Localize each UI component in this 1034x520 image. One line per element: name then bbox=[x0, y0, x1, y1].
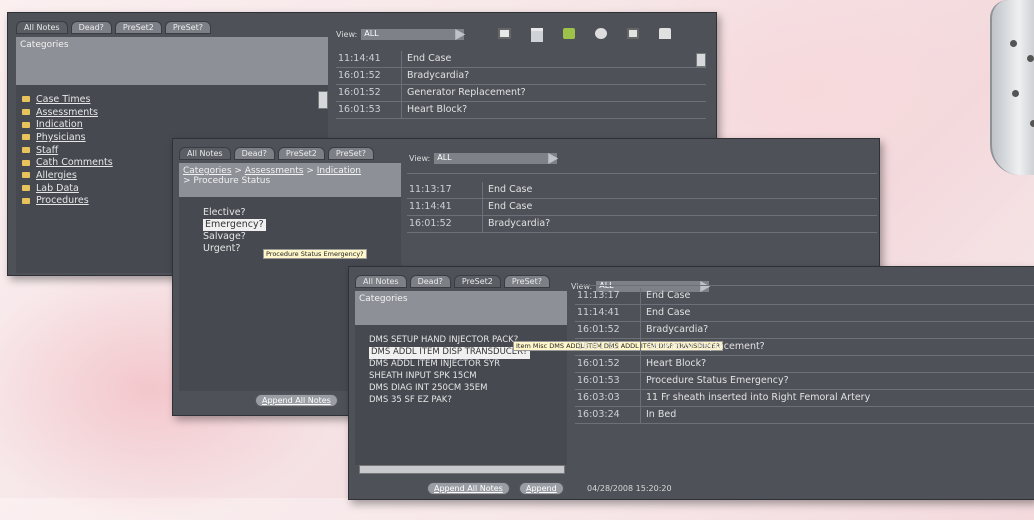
list-item[interactable]: DMS DIAG INT 250CM 35EM bbox=[369, 383, 553, 395]
tab-preset-2[interactable]: PreSet2 bbox=[277, 147, 325, 160]
notes-table: 11:13:17 End Case 11:14:41 End Case 16:01:… bbox=[407, 173, 877, 233]
tab-preset-3[interactable]: PreSet? bbox=[503, 275, 550, 288]
view-label: View: bbox=[409, 154, 431, 163]
list-item[interactable]: SHEATH INPUT SPK 15CM bbox=[369, 371, 553, 383]
list-item[interactable]: DMS 35 SF EZ PAK? bbox=[369, 395, 553, 407]
tab-bar: All Notes Dead? PreSet2 PreSet? bbox=[355, 275, 550, 288]
option-item-selected[interactable]: Emergency? bbox=[203, 219, 266, 231]
folder-icon bbox=[22, 159, 30, 166]
notes-table: 11:13:17 End Case 11:14:41 End Case 16:01:… bbox=[575, 285, 1034, 424]
notes-table: 11:14:41 End Case 16:01:52 Bradycardia? 16… bbox=[336, 51, 706, 119]
option-item[interactable]: Elective? bbox=[203, 207, 377, 219]
note-row[interactable]: 16:01:53 Heart Block? bbox=[336, 102, 706, 119]
append-all-notes-button[interactable]: Append All Notes bbox=[255, 394, 338, 407]
device-photo bbox=[990, 0, 1034, 175]
categories-header: Categories bbox=[355, 291, 567, 325]
scrollbar[interactable] bbox=[696, 53, 706, 67]
tab-preset-1[interactable]: Dead? bbox=[70, 21, 112, 34]
note-row[interactable]: 11:14:41 End Case bbox=[336, 51, 706, 68]
category-item[interactable]: Case Times bbox=[22, 93, 322, 106]
tab-preset-2[interactable]: PreSet2 bbox=[453, 275, 501, 288]
crumb-current: Procedure Status bbox=[193, 176, 271, 186]
note-row[interactable]: 16:01:52 Bradycardia? bbox=[575, 322, 1034, 339]
window-icon[interactable] bbox=[627, 28, 639, 39]
note-row[interactable]: 11:14:41 End Case bbox=[575, 305, 1034, 322]
view-select[interactable]: ALL bbox=[434, 153, 559, 164]
breadcrumb: Categories > Assessments > Indication > … bbox=[179, 163, 401, 197]
crumb-link[interactable]: Categories bbox=[183, 166, 232, 176]
export-icon[interactable] bbox=[563, 28, 575, 39]
tooltip: Procedure Status Emergency? bbox=[263, 249, 367, 259]
folder-icon bbox=[22, 121, 30, 128]
tab-preset-1[interactable]: Dead? bbox=[233, 147, 275, 160]
category-item[interactable]: Indication bbox=[22, 118, 322, 131]
print-icon[interactable] bbox=[659, 28, 671, 39]
grid-icon[interactable] bbox=[498, 28, 511, 39]
note-row[interactable]: 16:01:52 Generator Replacement? bbox=[575, 339, 1034, 356]
note-row[interactable]: 16:01:52 Bradycardia? bbox=[336, 68, 706, 85]
timestamp: 04/28/2008 15:20:20 bbox=[587, 484, 672, 493]
tab-all-notes[interactable]: All Notes bbox=[355, 275, 407, 288]
tab-preset-2[interactable]: PreSet2 bbox=[114, 21, 162, 34]
note-row[interactable]: 16:01:52 Generator Replacement? bbox=[336, 85, 706, 102]
note-row[interactable]: 16:01:53 Procedure Status Emergency? bbox=[575, 373, 1034, 390]
horizontal-scrollbar[interactable] bbox=[359, 465, 565, 474]
append-all-notes-button[interactable]: Append All Notes bbox=[427, 482, 510, 495]
view-label: View: bbox=[336, 30, 358, 39]
tab-all-notes[interactable]: All Notes bbox=[16, 21, 68, 34]
tab-preset-1[interactable]: Dead? bbox=[409, 275, 451, 288]
close-icon[interactable] bbox=[595, 28, 607, 39]
tab-preset-3[interactable]: PreSet? bbox=[327, 147, 374, 160]
categories-header: Categories bbox=[16, 37, 328, 85]
folder-icon bbox=[22, 96, 30, 103]
folder-icon bbox=[22, 172, 30, 179]
note-row[interactable]: 16:03:03 11 Fr sheath inserted into Right… bbox=[575, 390, 1034, 407]
folder-icon bbox=[22, 134, 30, 141]
scrollbar[interactable] bbox=[318, 91, 328, 109]
option-item[interactable]: Salvage? bbox=[203, 231, 377, 243]
notes-window-3: All Notes Dead? PreSet2 PreSet? Categori… bbox=[348, 266, 1034, 500]
note-row[interactable]: 11:14:41 End Case bbox=[407, 199, 877, 216]
note-row[interactable]: 16:01:52 Bradycardia? bbox=[407, 216, 877, 233]
note-row[interactable]: 11:13:17 End Case bbox=[575, 288, 1034, 305]
note-row[interactable]: 11:13:17 End Case bbox=[407, 182, 877, 199]
tab-all-notes[interactable]: All Notes bbox=[179, 147, 231, 160]
note-row[interactable]: 16:01:52 Heart Block? bbox=[575, 356, 1034, 373]
monitor-icon[interactable] bbox=[531, 28, 543, 42]
folder-icon bbox=[22, 197, 30, 204]
folder-icon bbox=[22, 109, 30, 116]
toolbar bbox=[498, 28, 671, 42]
append-button[interactable]: Append bbox=[519, 482, 564, 495]
list-item[interactable]: DMS ADDL ITEM INJECTOR SYR bbox=[369, 359, 553, 371]
tab-preset-3[interactable]: PreSet? bbox=[164, 21, 211, 34]
tab-bar: All Notes Dead? PreSet2 PreSet? bbox=[16, 21, 211, 34]
note-row[interactable]: 16:03:24 In Bed bbox=[575, 407, 1034, 424]
folder-icon bbox=[22, 185, 30, 192]
view-filter: View: ALL bbox=[336, 29, 466, 40]
category-item[interactable]: Assessments bbox=[22, 106, 322, 119]
view-select[interactable]: ALL bbox=[361, 29, 466, 40]
crumb-link[interactable]: Assessments bbox=[245, 166, 304, 176]
list-item-selected[interactable]: DMS ADDL ITEM DISP TRANSDUCER? bbox=[369, 347, 530, 359]
folder-icon bbox=[22, 147, 30, 154]
crumb-link[interactable]: Indication bbox=[317, 166, 361, 176]
tab-bar: All Notes Dead? PreSet2 PreSet? bbox=[179, 147, 374, 160]
view-filter: View: ALL bbox=[409, 153, 559, 164]
